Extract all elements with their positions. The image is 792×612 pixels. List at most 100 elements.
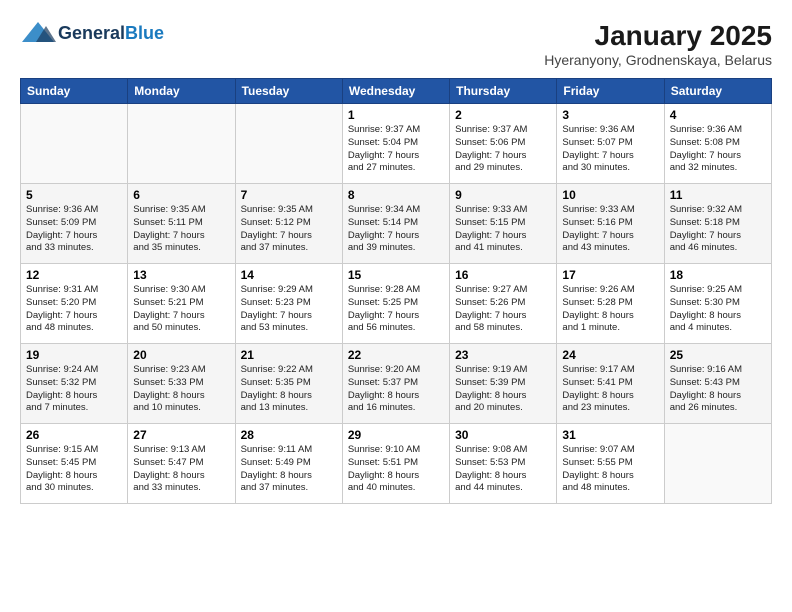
day-number: 3 <box>562 108 658 122</box>
day-number: 7 <box>241 188 337 202</box>
day-number: 26 <box>26 428 122 442</box>
day-number: 6 <box>133 188 229 202</box>
calendar-header-wednesday: Wednesday <box>342 79 449 104</box>
calendar-cell: 15 Sunrise: 9:28 AM Sunset: 5:25 PM Dayli… <box>342 264 449 344</box>
calendar-cell: 5Sunrise: 9:36 AM Sunset: 5:09 PM Daylig… <box>21 184 128 264</box>
calendar-cell: 21 Sunrise: 9:22 AM Sunset: 5:35 PM Dayli… <box>235 344 342 424</box>
day-content: Sunrise: 9:27 AM Sunset: 5:26 PM Dayligh… <box>455 284 551 335</box>
day-number: 21 <box>241 348 337 362</box>
day-content: Sunrise: 9:20 AM Sunset: 5:37 PM Dayligh… <box>348 364 444 415</box>
calendar-cell: 1Sunrise: 9:37 AM Sunset: 5:04 PM Daylig… <box>342 104 449 184</box>
calendar-header-row: SundayMondayTuesdayWednesdayThursdayFrid… <box>21 79 772 104</box>
calendar-cell: 30 Sunrise: 9:08 AM Sunset: 5:53 PM Dayli… <box>450 424 557 504</box>
calendar-cell: 28 Sunrise: 9:11 AM Sunset: 5:49 PM Dayli… <box>235 424 342 504</box>
day-number: 24 <box>562 348 658 362</box>
day-content: Sunrise: 9:24 AM Sunset: 5:32 PM Dayligh… <box>26 364 122 415</box>
day-content: Sunrise: 9:15 AM Sunset: 5:45 PM Dayligh… <box>26 444 122 495</box>
calendar-week-2: 5Sunrise: 9:36 AM Sunset: 5:09 PM Daylig… <box>21 184 772 264</box>
calendar-cell: 22 Sunrise: 9:20 AM Sunset: 5:37 PM Dayli… <box>342 344 449 424</box>
calendar-week-1: 1Sunrise: 9:37 AM Sunset: 5:04 PM Daylig… <box>21 104 772 184</box>
calendar-cell: 17Sunrise: 9:26 AM Sunset: 5:28 PM Dayli… <box>557 264 664 344</box>
day-content: Sunrise: 9:30 AM Sunset: 5:21 PM Dayligh… <box>133 284 229 335</box>
day-number: 2 <box>455 108 551 122</box>
calendar-cell <box>128 104 235 184</box>
day-content: Sunrise: 9:13 AM Sunset: 5:47 PM Dayligh… <box>133 444 229 495</box>
logo: GeneralBlue <box>20 20 164 46</box>
calendar-header-sunday: Sunday <box>21 79 128 104</box>
day-content: Sunrise: 9:07 AM Sunset: 5:55 PM Dayligh… <box>562 444 658 495</box>
day-content: Sunrise: 9:16 AM Sunset: 5:43 PM Dayligh… <box>670 364 766 415</box>
day-content: Sunrise: 9:28 AM Sunset: 5:25 PM Dayligh… <box>348 284 444 335</box>
page-header: GeneralBlue January 2025 Hyeranyony, Gro… <box>20 20 772 68</box>
calendar-title: January 2025 <box>544 20 772 52</box>
calendar-cell: 20 Sunrise: 9:23 AM Sunset: 5:33 PM Dayli… <box>128 344 235 424</box>
day-content: Sunrise: 9:22 AM Sunset: 5:35 PM Dayligh… <box>241 364 337 415</box>
day-number: 23 <box>455 348 551 362</box>
calendar-week-3: 12Sunrise: 9:31 AM Sunset: 5:20 PM Dayli… <box>21 264 772 344</box>
day-number: 19 <box>26 348 122 362</box>
day-number: 25 <box>670 348 766 362</box>
day-content: Sunrise: 9:36 AM Sunset: 5:07 PM Dayligh… <box>562 124 658 175</box>
day-content: Sunrise: 9:23 AM Sunset: 5:33 PM Dayligh… <box>133 364 229 415</box>
calendar-cell: 10Sunrise: 9:33 AM Sunset: 5:16 PM Dayli… <box>557 184 664 264</box>
day-number: 28 <box>241 428 337 442</box>
day-number: 10 <box>562 188 658 202</box>
calendar-cell: 26 Sunrise: 9:15 AM Sunset: 5:45 PM Dayli… <box>21 424 128 504</box>
calendar-cell: 11Sunrise: 9:32 AM Sunset: 5:18 PM Dayli… <box>664 184 771 264</box>
day-number: 5 <box>26 188 122 202</box>
calendar-week-5: 26 Sunrise: 9:15 AM Sunset: 5:45 PM Dayli… <box>21 424 772 504</box>
day-number: 20 <box>133 348 229 362</box>
calendar-cell: 18Sunrise: 9:25 AM Sunset: 5:30 PM Dayli… <box>664 264 771 344</box>
day-content: Sunrise: 9:17 AM Sunset: 5:41 PM Dayligh… <box>562 364 658 415</box>
day-number: 29 <box>348 428 444 442</box>
day-content: Sunrise: 9:33 AM Sunset: 5:15 PM Dayligh… <box>455 204 551 255</box>
logo-general: General <box>58 23 125 43</box>
day-content: Sunrise: 9:26 AM Sunset: 5:28 PM Dayligh… <box>562 284 658 335</box>
day-content: Sunrise: 9:36 AM Sunset: 5:08 PM Dayligh… <box>670 124 766 175</box>
calendar-cell: 3 Sunrise: 9:36 AM Sunset: 5:07 PM Daylig… <box>557 104 664 184</box>
day-content: Sunrise: 9:11 AM Sunset: 5:49 PM Dayligh… <box>241 444 337 495</box>
calendar-location: Hyeranyony, Grodnenskaya, Belarus <box>544 52 772 68</box>
logo-blue: Blue <box>125 23 164 43</box>
day-number: 14 <box>241 268 337 282</box>
day-number: 30 <box>455 428 551 442</box>
calendar-cell: 9Sunrise: 9:33 AM Sunset: 5:15 PM Daylig… <box>450 184 557 264</box>
day-content: Sunrise: 9:34 AM Sunset: 5:14 PM Dayligh… <box>348 204 444 255</box>
day-number: 8 <box>348 188 444 202</box>
calendar-cell: 6Sunrise: 9:35 AM Sunset: 5:11 PM Daylig… <box>128 184 235 264</box>
day-number: 4 <box>670 108 766 122</box>
calendar-header-thursday: Thursday <box>450 79 557 104</box>
calendar-header-tuesday: Tuesday <box>235 79 342 104</box>
calendar-cell <box>235 104 342 184</box>
logo-icon <box>20 20 56 46</box>
day-number: 22 <box>348 348 444 362</box>
calendar-week-4: 19 Sunrise: 9:24 AM Sunset: 5:32 PM Dayli… <box>21 344 772 424</box>
calendar-cell: 27Sunrise: 9:13 AM Sunset: 5:47 PM Dayli… <box>128 424 235 504</box>
day-content: Sunrise: 9:32 AM Sunset: 5:18 PM Dayligh… <box>670 204 766 255</box>
day-number: 12 <box>26 268 122 282</box>
calendar-cell: 16 Sunrise: 9:27 AM Sunset: 5:26 PM Dayli… <box>450 264 557 344</box>
day-content: Sunrise: 9:19 AM Sunset: 5:39 PM Dayligh… <box>455 364 551 415</box>
day-number: 16 <box>455 268 551 282</box>
calendar-cell: 13 Sunrise: 9:30 AM Sunset: 5:21 PM Dayli… <box>128 264 235 344</box>
calendar-cell: 2 Sunrise: 9:37 AM Sunset: 5:06 PM Daylig… <box>450 104 557 184</box>
day-number: 13 <box>133 268 229 282</box>
day-content: Sunrise: 9:35 AM Sunset: 5:12 PM Dayligh… <box>241 204 337 255</box>
calendar-cell: 31 Sunrise: 9:07 AM Sunset: 5:55 PM Dayli… <box>557 424 664 504</box>
calendar-cell: 4 Sunrise: 9:36 AM Sunset: 5:08 PM Daylig… <box>664 104 771 184</box>
day-number: 31 <box>562 428 658 442</box>
day-content: Sunrise: 9:29 AM Sunset: 5:23 PM Dayligh… <box>241 284 337 335</box>
calendar-cell: 14 Sunrise: 9:29 AM Sunset: 5:23 PM Dayli… <box>235 264 342 344</box>
calendar-cell: 24 Sunrise: 9:17 AM Sunset: 5:41 PM Dayli… <box>557 344 664 424</box>
calendar-cell: 8 Sunrise: 9:34 AM Sunset: 5:14 PM Daylig… <box>342 184 449 264</box>
day-content: Sunrise: 9:08 AM Sunset: 5:53 PM Dayligh… <box>455 444 551 495</box>
calendar-cell: 23 Sunrise: 9:19 AM Sunset: 5:39 PM Dayli… <box>450 344 557 424</box>
title-area: January 2025 Hyeranyony, Grodnenskaya, B… <box>544 20 772 68</box>
calendar-header-saturday: Saturday <box>664 79 771 104</box>
calendar-cell: 19 Sunrise: 9:24 AM Sunset: 5:32 PM Dayli… <box>21 344 128 424</box>
day-content: Sunrise: 9:37 AM Sunset: 5:06 PM Dayligh… <box>455 124 551 175</box>
calendar-cell <box>664 424 771 504</box>
day-number: 15 <box>348 268 444 282</box>
calendar-table: SundayMondayTuesdayWednesdayThursdayFrid… <box>20 78 772 504</box>
calendar-cell: 12Sunrise: 9:31 AM Sunset: 5:20 PM Dayli… <box>21 264 128 344</box>
